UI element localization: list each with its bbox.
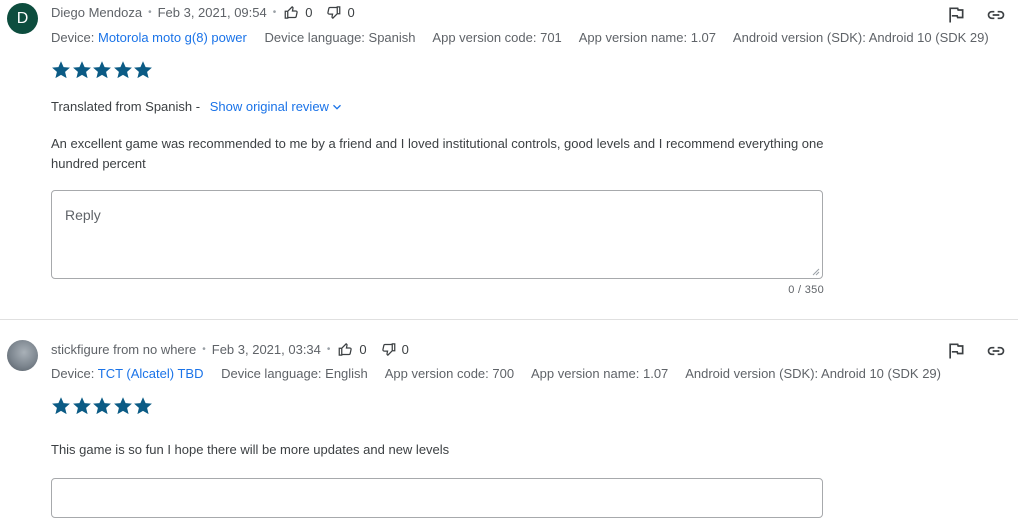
app-version-name: App version name: 1.07 — [578, 30, 717, 45]
reply-textarea[interactable] — [51, 478, 823, 518]
link-icon — [987, 346, 1005, 356]
star-icon — [93, 397, 111, 415]
star-icon — [134, 397, 152, 415]
copy-link-button[interactable] — [986, 341, 1006, 361]
review-date: Feb 3, 2021, 09:54 — [157, 5, 267, 20]
link-icon — [987, 10, 1005, 20]
thumb-down-count: 0 — [347, 5, 355, 20]
thumb-up-count: 0 — [305, 5, 313, 20]
thumb-down-button[interactable] — [326, 5, 341, 20]
translated-from: Translated from Spanish - — [51, 99, 201, 114]
copy-link-button[interactable] — [986, 5, 1006, 25]
show-original-review-link[interactable]: Show original review — [210, 99, 344, 114]
flag-button[interactable] — [946, 341, 966, 361]
reply-placeholder: Reply — [65, 207, 101, 223]
thumb-up-button[interactable] — [338, 342, 353, 357]
star-rating — [51, 396, 154, 416]
device-link[interactable]: Motorola moto g(8) power — [98, 30, 247, 45]
star-icon — [52, 61, 70, 79]
thumb-down-count: 0 — [401, 342, 409, 357]
translation-note: Translated from Spanish - Show original … — [51, 99, 344, 114]
flag-icon — [949, 7, 964, 23]
device-info: Device: Motorola moto g(8) power Device … — [51, 30, 1003, 45]
thumb-up-count: 0 — [359, 342, 367, 357]
review-divider — [0, 319, 1018, 320]
author-name: Diego Mendoza — [51, 5, 143, 20]
star-icon — [72, 61, 91, 79]
separator-dot: • — [202, 344, 206, 355]
flag-icon — [949, 343, 964, 359]
star-icon — [52, 397, 70, 415]
device-language: Device language: Spanish — [264, 30, 416, 45]
device-info: Device: TCT (Alcatel) TBD Device languag… — [51, 366, 955, 381]
avatar-letter: D — [16, 9, 29, 27]
thumb-down-icon — [381, 343, 396, 356]
device-language: Device language: English — [221, 366, 368, 381]
review-header: Diego Mendoza • Feb 3, 2021, 09:54 • 0 0 — [51, 5, 367, 20]
flag-button[interactable] — [946, 5, 966, 25]
chevron-down-icon — [332, 104, 341, 110]
thumb-down-button[interactable] — [381, 342, 396, 357]
thumb-up-icon — [284, 6, 298, 19]
review-text: An excellent game was recommended to me … — [51, 136, 824, 171]
separator-dot: • — [272, 7, 277, 18]
review-text: This game is so fun I hope there will be… — [51, 442, 450, 457]
review-date: Feb 3, 2021, 03:34 — [211, 342, 321, 357]
resize-handle-icon[interactable] — [812, 268, 820, 276]
app-version-name: App version name: 1.07 — [530, 366, 669, 381]
star-icon — [113, 397, 132, 415]
app-version-code: App version code: 700 — [384, 366, 515, 381]
reply-char-counter: 0 / 350 — [788, 284, 824, 296]
thumb-down-icon — [327, 6, 341, 19]
thumb-up-icon — [339, 343, 353, 356]
reply-textarea[interactable]: Reply — [51, 190, 823, 279]
avatar — [7, 340, 38, 371]
review-header: stickfigure from no where • Feb 3, 2021,… — [51, 342, 421, 357]
avatar: D — [7, 3, 38, 34]
android-version: Android version (SDK): Android 10 (SDK 2… — [732, 30, 989, 45]
device-link[interactable]: TCT (Alcatel) TBD — [98, 366, 204, 381]
device-label: Device: — [51, 30, 95, 45]
star-icon — [113, 61, 132, 79]
star-rating — [51, 60, 154, 80]
star-icon — [93, 61, 111, 79]
android-version: Android version (SDK): Android 10 (SDK 2… — [685, 366, 941, 381]
app-version-code: App version code: 701 — [432, 30, 562, 45]
star-icon — [72, 397, 91, 415]
thumb-up-button[interactable] — [284, 5, 299, 20]
star-icon — [134, 61, 152, 79]
author-name: stickfigure from no where — [51, 342, 197, 357]
show-original-label: Show original review — [209, 99, 329, 114]
device-label: Device: — [51, 366, 95, 381]
separator-dot: • — [148, 7, 152, 18]
separator-dot: • — [326, 344, 331, 355]
